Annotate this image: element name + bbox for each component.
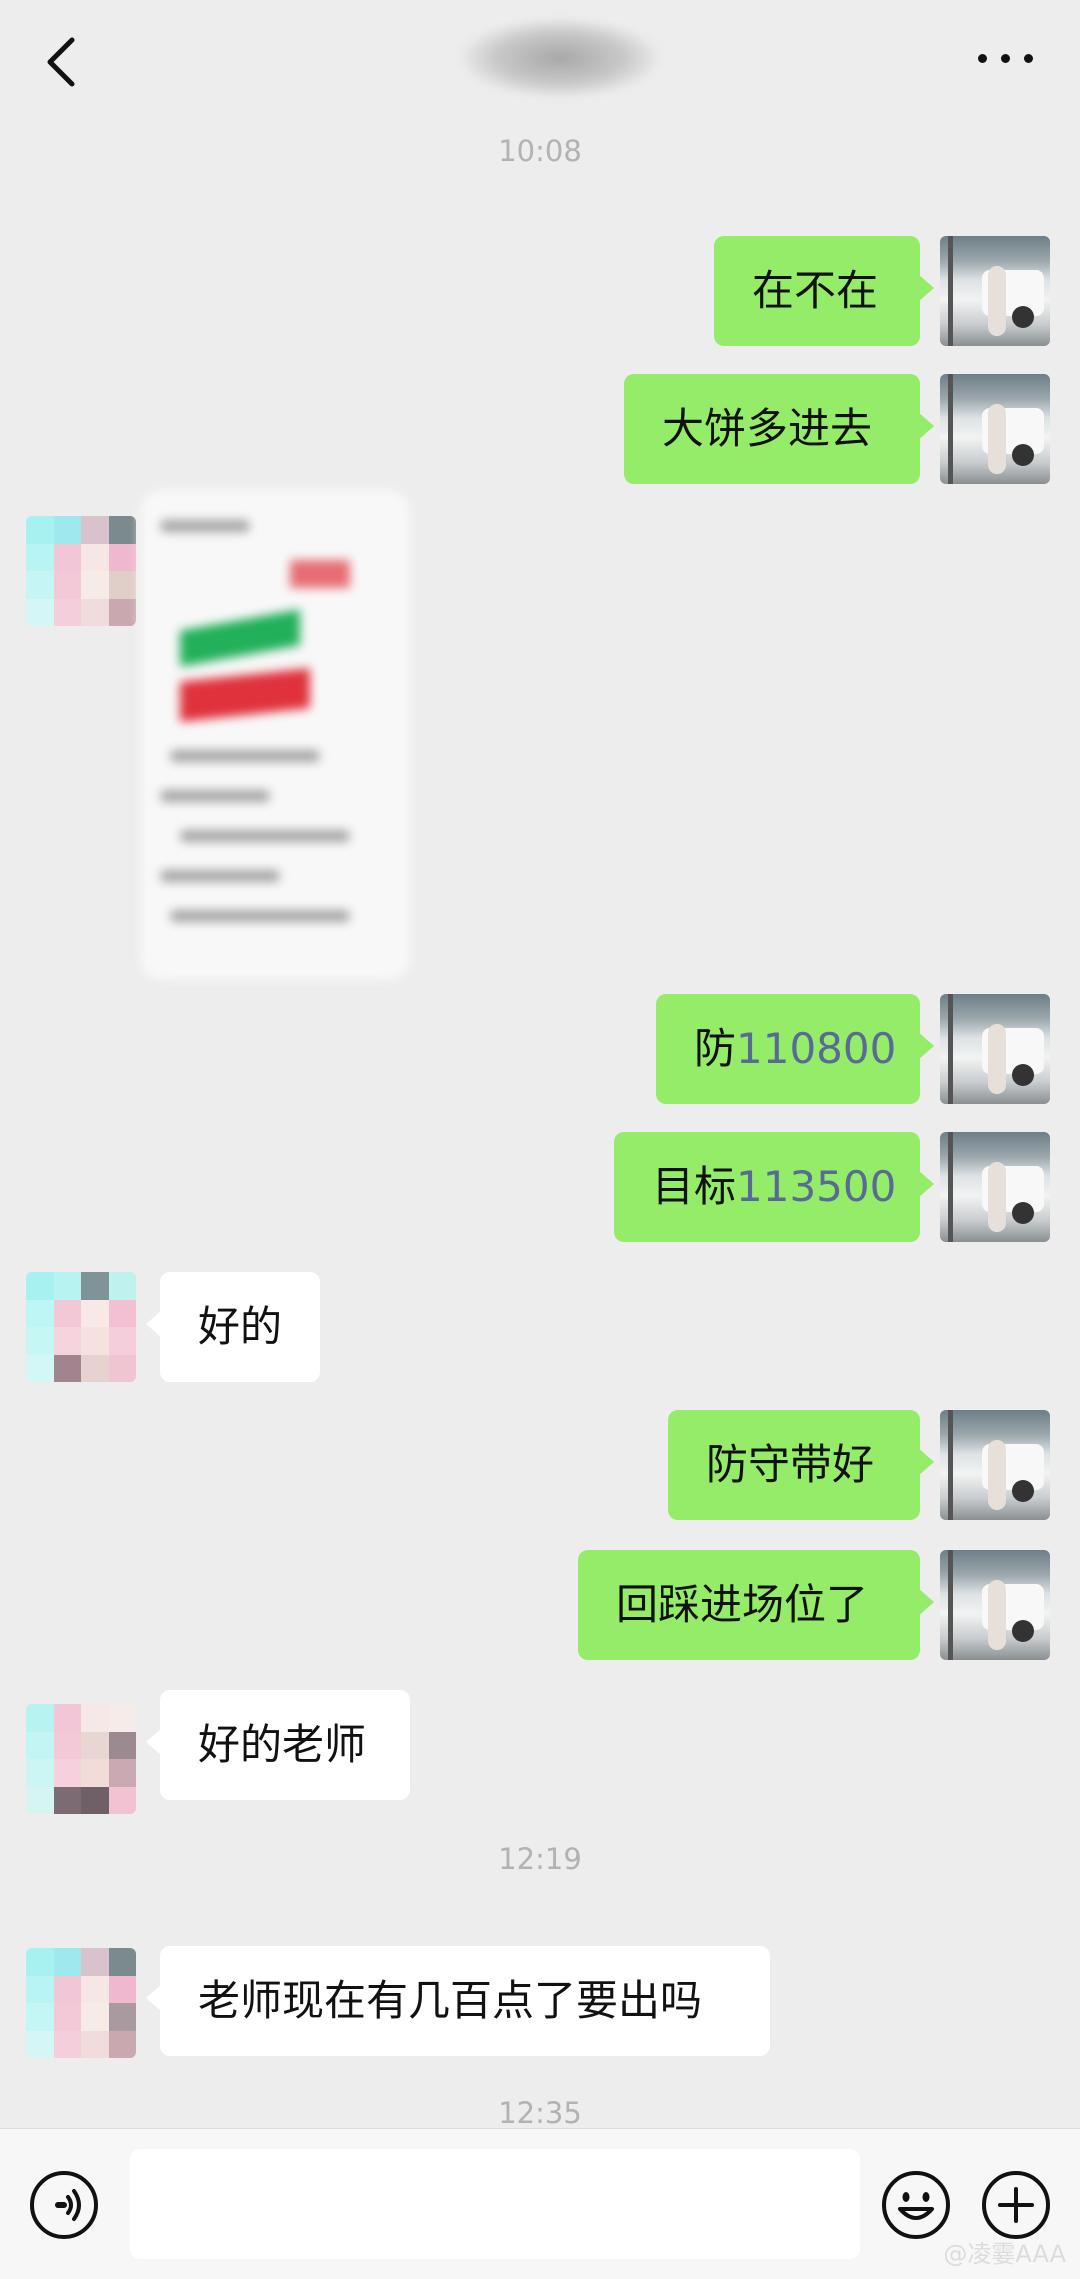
my-avatar[interactable]: [940, 1550, 1050, 1660]
input-bar: @凌霎AAA: [0, 2128, 1080, 2279]
message-text: 好的: [198, 1302, 283, 1351]
message-bubble[interactable]: 目标113500: [614, 1132, 934, 1242]
voice-icon[interactable]: [28, 2169, 100, 2241]
message-bubble[interactable]: 回踩进场位了: [578, 1550, 934, 1660]
message-input[interactable]: [130, 2149, 860, 2259]
message-bubble[interactable]: 好的: [146, 1272, 320, 1382]
contact-avatar[interactable]: [26, 516, 136, 626]
my-avatar[interactable]: [940, 1132, 1050, 1242]
message-text: 目标: [652, 1162, 737, 1211]
emoji-icon[interactable]: [880, 2169, 952, 2241]
message-text: 在不在: [752, 266, 879, 315]
message-text: 防: [694, 1024, 737, 1073]
more-horizontal-icon[interactable]: [978, 50, 1034, 66]
timestamp: 12:19: [498, 1842, 582, 1876]
message-text: 老师现在有几百点了要出吗: [198, 1976, 703, 2025]
my-avatar[interactable]: [940, 994, 1050, 1104]
timestamp: 12:35: [498, 2096, 582, 2130]
message-bubble[interactable]: 防守带好: [668, 1410, 934, 1520]
watermark: @凌霎AAA: [943, 2240, 1066, 2268]
message-text: 防守带好: [706, 1440, 875, 1489]
message-bubble[interactable]: 老师现在有几百点了要出吗: [146, 1946, 770, 2056]
contact-avatar[interactable]: [26, 1948, 136, 2058]
message-bubble[interactable]: 在不在: [714, 236, 934, 346]
chevron-left-icon[interactable]: [40, 34, 84, 90]
my-avatar[interactable]: [940, 236, 1050, 346]
message-bubble[interactable]: 大饼多进去: [624, 374, 934, 484]
chat-header: [0, 0, 1080, 130]
message-bubble[interactable]: 好的老师: [146, 1690, 410, 1800]
phone-number-link[interactable]: 113500: [736, 1162, 896, 1211]
shared-image[interactable]: [140, 490, 410, 980]
my-avatar[interactable]: [940, 1410, 1050, 1520]
plus-icon[interactable]: [980, 2169, 1052, 2241]
phone-number-link[interactable]: 110800: [736, 1024, 896, 1073]
message-text: 回踩进场位了: [616, 1580, 869, 1629]
timestamp: 10:08: [498, 134, 582, 168]
chat-title: [460, 18, 660, 98]
message-text: 大饼多进去: [662, 404, 873, 453]
message-text: 好的老师: [198, 1720, 367, 1769]
contact-avatar[interactable]: [26, 1272, 136, 1382]
contact-avatar[interactable]: [26, 1704, 136, 1814]
message-bubble[interactable]: 防110800: [656, 994, 934, 1104]
my-avatar[interactable]: [940, 374, 1050, 484]
